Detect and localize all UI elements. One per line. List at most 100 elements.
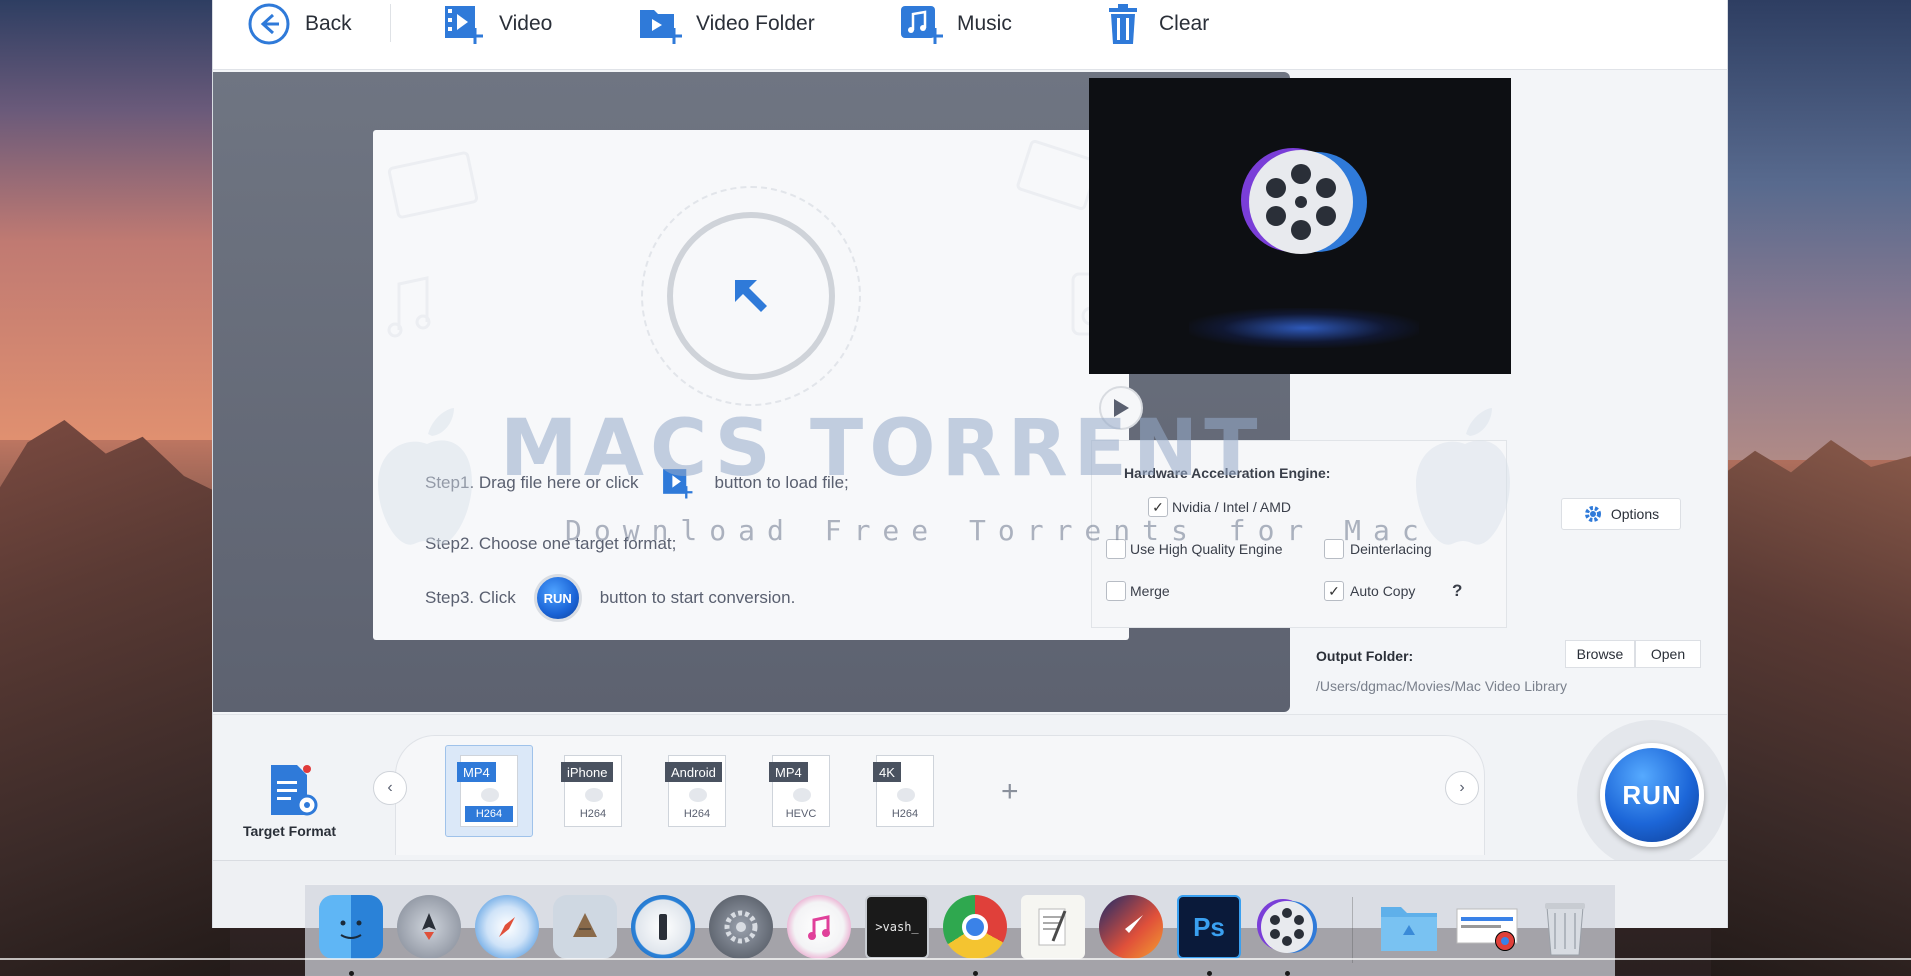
format-prev-button[interactable]: ‹: [373, 771, 407, 805]
run-button-label: RUN: [1600, 743, 1704, 847]
add-file-button[interactable]: [667, 212, 835, 380]
options-label: Options: [1610, 506, 1660, 522]
dock-separator: [1352, 897, 1353, 963]
format-bottom-label: HEVC: [785, 808, 817, 820]
target-format-icon: [271, 765, 318, 816]
back-label: Back: [305, 12, 352, 35]
format-doc: MP4 HEVC: [769, 755, 830, 827]
video-folder-label: Video Folder: [696, 12, 815, 35]
rocket-typist-icon[interactable]: [1099, 895, 1163, 959]
film-icon: [585, 788, 603, 802]
wallpaper-sky-left: [0, 0, 220, 440]
help-icon[interactable]: ?: [1452, 581, 1462, 601]
options-button[interactable]: Options: [1561, 498, 1681, 530]
photoshop-text: Ps: [1193, 911, 1225, 942]
safari-icon[interactable]: [475, 895, 539, 959]
target-format-label: Target Format: [243, 823, 337, 839]
add-video-folder-button[interactable]: Video Folder: [638, 0, 815, 48]
format-doc: 4K H264: [873, 755, 934, 827]
itunes-icon[interactable]: [787, 895, 851, 959]
add-format-button[interactable]: +: [1001, 775, 1019, 809]
photoshop-icon[interactable]: Ps: [1177, 895, 1241, 959]
video-add-icon: [441, 2, 485, 46]
wallpaper-sky-right: [1711, 0, 1911, 460]
video-preview: [1089, 78, 1511, 374]
videoproc-icon[interactable]: [1255, 895, 1319, 959]
run-mini-wrap: RUN: [533, 574, 582, 622]
film-icon: [793, 788, 811, 802]
film-icon: [897, 788, 915, 802]
run-mini-icon: RUN: [533, 574, 582, 622]
step3-text-b: button to start conversion.: [599, 588, 796, 607]
desktop-edge-line: [0, 958, 1911, 960]
merge-checkbox[interactable]: [1106, 581, 1126, 601]
video-label: Video: [499, 12, 553, 35]
auto-copy-label: Auto Copy: [1350, 583, 1416, 599]
format-bottom-label: H264: [683, 808, 711, 820]
clear-button[interactable]: Clear: [1101, 0, 1209, 48]
terminal-text: >vash_: [875, 920, 919, 934]
format-bottom-label: H264: [579, 808, 607, 820]
run-button[interactable]: RUN: [1577, 720, 1727, 870]
running-indicator: [1207, 971, 1212, 976]
video-folder-add-icon: [638, 2, 682, 46]
watermark-subtitle: Download Free Torrents for Mac: [565, 514, 1431, 547]
launchpad-icon[interactable]: [397, 895, 461, 959]
watermark-title: MACS TORRENT: [500, 404, 1264, 494]
chrome-icon[interactable]: [943, 895, 1007, 959]
step3-text-a: Step3. Click: [425, 588, 516, 607]
format-4k-h264[interactable]: 4K H264: [861, 745, 949, 837]
format-mp4-h264[interactable]: MP4 H264: [445, 745, 533, 837]
browse-button[interactable]: Browse: [1565, 640, 1635, 668]
output-folder-path: /Users/dgmac/Movies/Mac Video Library: [1316, 678, 1568, 694]
format-bottom-label: H264: [465, 806, 513, 822]
film-watermark-icon: [387, 151, 479, 219]
format-doc: iPhone H264: [561, 755, 622, 827]
textedit-icon[interactable]: [1021, 895, 1085, 959]
drop-card[interactable]: Step1. Drag file here or click button to…: [373, 130, 1129, 640]
running-indicator: [1285, 971, 1290, 976]
finder-icon[interactable]: [319, 895, 383, 959]
format-android-h264[interactable]: Android H264: [653, 745, 741, 837]
folder-icon[interactable]: [1377, 895, 1441, 959]
dock: >vash_ Ps: [305, 884, 1615, 976]
clear-label: Clear: [1159, 12, 1210, 35]
back-button[interactable]: Back: [247, 0, 352, 48]
mail-icon[interactable]: [553, 895, 617, 959]
running-indicator: [349, 971, 354, 976]
format-top-label: 4K: [873, 762, 901, 782]
music-watermark-icon: [387, 276, 431, 338]
format-mp4-hevc[interactable]: MP4 HEVC: [757, 745, 845, 837]
format-bottom-label: H264: [891, 808, 919, 820]
1password-icon[interactable]: [631, 895, 695, 959]
format-top-label: MP4: [769, 762, 808, 782]
format-top-label: Android: [665, 762, 722, 782]
open-button[interactable]: Open: [1635, 640, 1701, 668]
apple-watermark-icon: [378, 408, 472, 545]
film-icon: [689, 788, 707, 802]
preview-icon[interactable]: [1455, 895, 1519, 959]
format-iphone-h264[interactable]: iPhone H264: [549, 745, 637, 837]
trash-icon[interactable]: [1533, 895, 1597, 959]
format-next-button[interactable]: ›: [1445, 771, 1479, 805]
add-music-button[interactable]: Music: [899, 0, 1012, 48]
format-top-label: MP4: [457, 762, 496, 782]
back-arrow-icon: [247, 2, 291, 46]
videoproc-logo-icon: [1241, 148, 1367, 254]
system-preferences-icon[interactable]: [709, 895, 773, 959]
film-icon: [481, 788, 499, 802]
auto-copy-checkbox[interactable]: ✓: [1324, 581, 1344, 601]
preview-glow: [1189, 308, 1419, 348]
format-doc: MP4 H264: [457, 755, 518, 827]
gpu-label: Nvidia / Intel / AMD: [1172, 499, 1292, 515]
add-video-button[interactable]: Video: [441, 0, 552, 48]
merge-label: Merge: [1130, 583, 1170, 599]
running-indicator: [973, 971, 978, 976]
terminal-icon[interactable]: >vash_: [865, 895, 929, 959]
wallpaper-mountain-right: [1711, 440, 1911, 976]
music-label: Music: [957, 12, 1012, 35]
toolbar: Back Video Video Folder Music Clear: [213, 0, 1727, 70]
format-bar: Target Format ‹ MP4 H264 iPhone H264 And…: [213, 714, 1727, 860]
wallpaper-mountain-left: [0, 420, 230, 976]
step3: Step3. Click RUN button to start convers…: [425, 574, 795, 622]
